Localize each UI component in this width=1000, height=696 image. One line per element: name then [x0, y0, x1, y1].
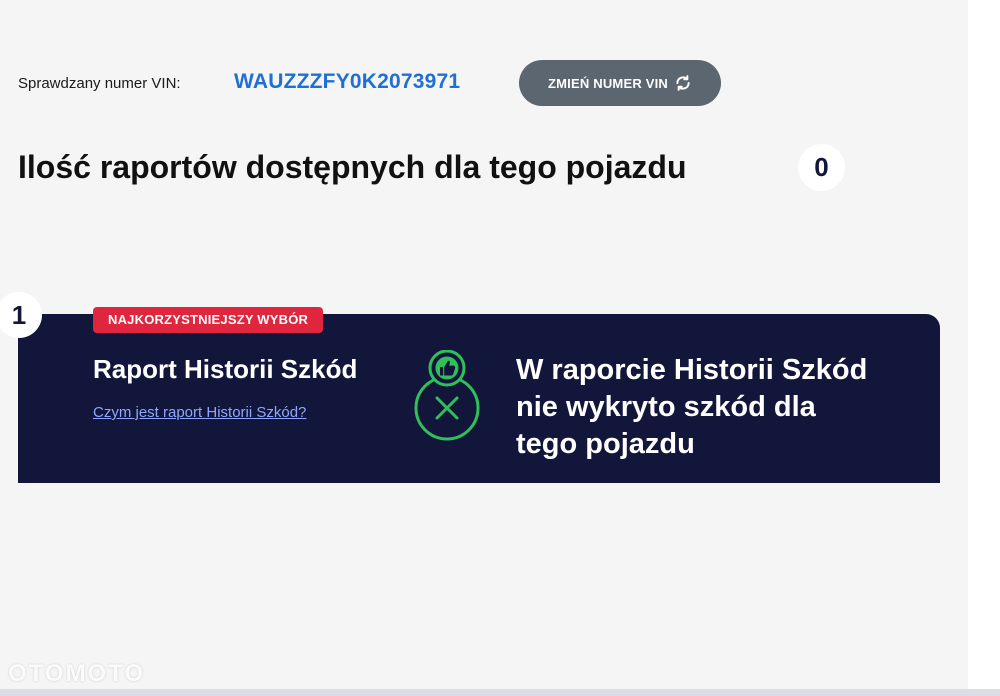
vin-number: WAUZZZFY0K2073971: [234, 70, 461, 93]
damage-status-message: W raporcie Historii Szkód nie wykryto sz…: [516, 354, 868, 460]
refresh-icon: [676, 75, 690, 91]
best-choice-badge: NAJKORZYSTNIEJSZY WYBÓR: [93, 307, 324, 333]
page-background: Sprawdzany numer VIN: WAUZZZFY0K2073971 …: [0, 0, 968, 689]
window-bottom-edge: [0, 689, 1000, 696]
change-vin-button[interactable]: ZMIEŃ NUMER VIN: [519, 60, 721, 106]
reports-count-badge: 0: [798, 144, 845, 191]
no-damage-status-icon: [410, 349, 486, 442]
otomoto-watermark: OTOMOTO: [8, 660, 146, 687]
thumbs-up-icon: [428, 349, 466, 387]
reports-heading: Ilość raportów dostępnych dla tego pojaz…: [18, 149, 687, 185]
report-title: Raport Historii Szkód: [93, 354, 358, 384]
report-info-link[interactable]: Czym jest raport Historii Szkód?: [93, 404, 306, 421]
change-vin-button-label: ZMIEŃ NUMER VIN: [548, 75, 668, 91]
vin-label: Sprawdzany numer VIN:: [18, 75, 181, 92]
